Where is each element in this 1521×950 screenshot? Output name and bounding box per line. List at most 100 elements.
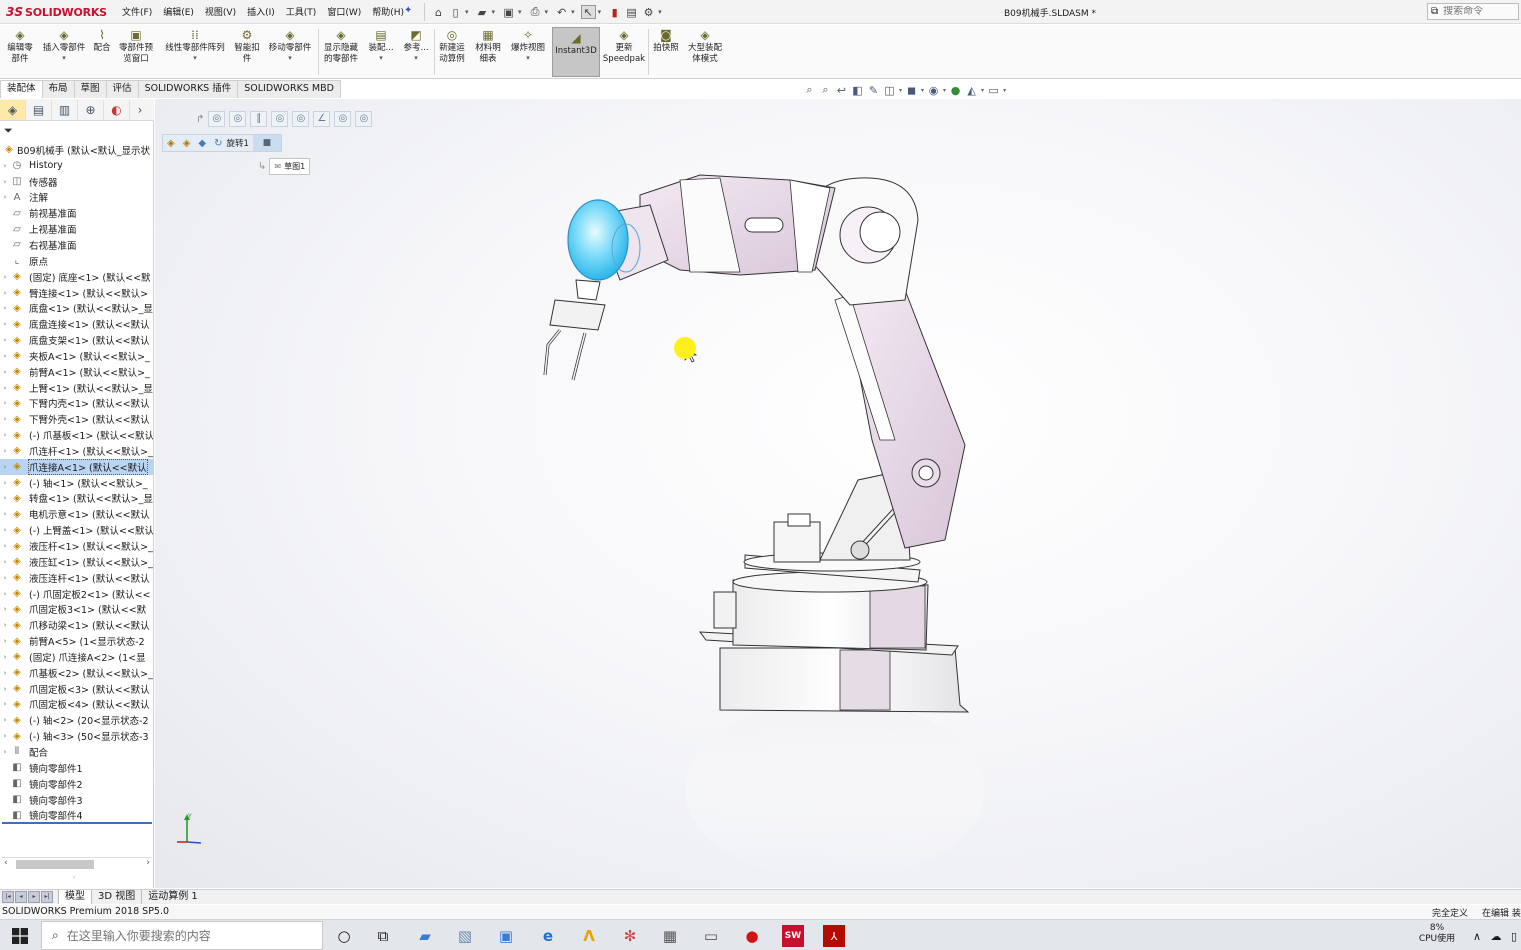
tab-layout[interactable]: 布局 xyxy=(41,80,75,98)
chevron-down-icon[interactable]: ▾ xyxy=(899,87,902,94)
chevron-down-icon[interactable]: ▾ xyxy=(492,8,496,16)
tab-model[interactable]: 模型 xyxy=(58,890,91,904)
rollback-bar[interactable] xyxy=(2,822,152,824)
record-icon[interactable]: ● xyxy=(741,925,763,947)
insert-component-button[interactable]: ◈ 插入零部件 ▾ xyxy=(39,27,89,62)
tree-item[interactable]: › ◈ 液压缸<1> (默认<<默认>_ xyxy=(0,554,153,570)
menu-view[interactable]: 视图(V) xyxy=(201,5,240,18)
edit-component-button[interactable]: ◈ 编辑零 部件 xyxy=(4,27,36,65)
edit-appearance-icon[interactable]: ● xyxy=(949,84,962,97)
tree-item[interactable]: › ◈ 液压连杆<1> (默认<<默认 xyxy=(0,570,153,586)
expand-arrow-icon[interactable]: › xyxy=(0,605,10,613)
property-manager-tab-icon[interactable]: ▤ xyxy=(26,99,52,120)
expand-arrow-icon[interactable]: › xyxy=(0,558,10,566)
solidworks-logo[interactable]: 3S SOLIDWORKS xyxy=(6,3,107,21)
expand-arrow-icon[interactable]: › xyxy=(0,431,10,439)
tree-item[interactable]: › A 注解 xyxy=(0,190,153,206)
chevron-down-icon[interactable]: ▾ xyxy=(571,8,575,16)
tree-item[interactable]: › ◈ (-) 上臂盖<1> (默认<<默认 xyxy=(0,522,153,538)
expand-arrow-icon[interactable]: › xyxy=(0,479,10,487)
chevron-down-icon[interactable]: ▾ xyxy=(379,54,383,62)
expand-arrow-icon[interactable]: › xyxy=(0,399,10,407)
hide-show-items-icon[interactable]: ◉ xyxy=(927,84,940,97)
reference-geometry-button[interactable]: ◩ 参考... ▾ xyxy=(401,27,431,62)
assembly-features-button[interactable]: ▤ 装配... ▾ xyxy=(366,27,396,62)
tree-item[interactable]: ▱ 右视基准面 xyxy=(0,237,153,253)
fan-app-icon[interactable]: ✻ xyxy=(619,925,641,947)
expand-arrow-icon[interactable]: › xyxy=(0,352,10,360)
smart-fasteners-button[interactable]: ⚙ 智能扣 件 xyxy=(231,27,263,65)
graphics-viewport[interactable]: ↱ ◎ ◎ ∥ ◎ ◎ ∠ ◎ ◎ ◈ ◈ ◆ ↻ 旋转1 ■ ↳ ✉ 草图1 xyxy=(155,99,1521,888)
scroll-right-icon[interactable]: › xyxy=(146,858,150,868)
photos-icon[interactable]: ▧ xyxy=(454,925,476,947)
expand-arrow-icon[interactable]: › xyxy=(0,653,10,661)
home-icon[interactable]: ⌂ xyxy=(431,5,446,19)
pin-icon[interactable]: ✦ xyxy=(404,5,412,16)
tree-item[interactable]: › ◈ 爪移动梁<1> (默认<<默认 xyxy=(0,617,153,633)
expand-arrow-icon[interactable]: › xyxy=(0,669,10,677)
tree-item[interactable]: › ◈ 爪固定板3<1> (默认<<默 xyxy=(0,601,153,617)
tree-item[interactable]: › ◷ History xyxy=(0,158,153,174)
tree-item[interactable]: › ◈ 臂连接<1> (默认<<默认> xyxy=(0,285,153,301)
expand-arrow-icon[interactable]: › xyxy=(0,415,10,423)
previous-view-icon[interactable]: ↩ xyxy=(835,84,848,97)
menu-insert[interactable]: 插入(I) xyxy=(243,5,279,18)
expand-arrow-icon[interactable]: › xyxy=(0,463,10,471)
tree-item[interactable]: › ◫ 传感器 xyxy=(0,174,153,190)
tree-item[interactable]: ◧ 镜向零部件3 xyxy=(0,792,153,808)
chevron-down-icon[interactable]: ▾ xyxy=(465,8,469,16)
tree-item[interactable]: › ◈ 底盘连接<1> (默认<<默认 xyxy=(0,316,153,332)
tree-item[interactable]: › ◈ (-) 爪固定板2<1> (默认<< xyxy=(0,586,153,602)
pdf-reader-icon[interactable]: ⅄ xyxy=(823,925,845,947)
tree-item[interactable]: › ◈ 前臂A<5> (1<显示状态-2 xyxy=(0,633,153,649)
component-preview-button[interactable]: ▣ 零部件预 览窗口 xyxy=(116,27,156,65)
chevron-down-icon[interactable]: ▾ xyxy=(288,54,292,62)
large-assembly-mode-button[interactable]: ◈ 大型装配 体模式 xyxy=(684,27,726,65)
menu-edit[interactable]: 编辑(E) xyxy=(159,5,198,18)
instant3d-button[interactable]: ◢ Instant3D xyxy=(552,27,600,77)
expand-arrow-icon[interactable]: › xyxy=(0,304,10,312)
tree-item[interactable]: ◧ 镜向零部件1 xyxy=(0,760,153,776)
expand-arrow-icon[interactable]: › xyxy=(0,574,10,582)
expand-arrow-icon[interactable]: › xyxy=(0,494,10,502)
tree-item[interactable]: › ◈ 爪固定板<3> (默认<<默认 xyxy=(0,681,153,697)
tree-item[interactable]: ⌞ 原点 xyxy=(0,253,153,269)
expand-arrow-icon[interactable]: › xyxy=(0,526,10,534)
tab-sketch[interactable]: 草图 xyxy=(73,80,107,98)
tree-item[interactable]: › ◈ (-) 轴<3> (50<显示状态-3 xyxy=(0,728,153,744)
tab-solidworks-mbd[interactable]: SOLIDWORKS MBD xyxy=(237,80,341,98)
tree-item[interactable]: › ◈ (-) 爪基板<1> (默认<<默认 xyxy=(0,427,153,443)
tab-evaluate[interactable]: 评估 xyxy=(105,80,139,98)
chevron-down-icon[interactable]: ▾ xyxy=(943,87,946,94)
tree-item[interactable]: › ◈ (固定) 底座<1> (默认<<默 xyxy=(0,269,153,285)
open-folder-icon[interactable]: ▰ xyxy=(475,5,490,19)
remote-desktop-icon[interactable]: ▭ xyxy=(700,925,722,947)
expand-arrow-icon[interactable]: › xyxy=(0,590,10,598)
chevron-down-icon[interactable]: ▾ xyxy=(62,54,66,62)
dimxpert-tab-icon[interactable]: ⊕ xyxy=(78,99,104,120)
expand-arrow-icon[interactable]: › xyxy=(0,685,10,693)
menu-help[interactable]: 帮助(H) xyxy=(368,5,408,18)
tree-item[interactable]: › ◈ 转盘<1> (默认<<默认>_显 xyxy=(0,491,153,507)
tree-item[interactable]: ◧ 镜向零部件2 xyxy=(0,776,153,792)
expand-arrow-icon[interactable]: › xyxy=(0,748,10,756)
search-commands-input[interactable] xyxy=(1443,6,1508,17)
cortana-icon[interactable]: ○ xyxy=(333,925,355,947)
bill-of-materials-button[interactable]: ▦ 材料明 细表 xyxy=(472,27,504,65)
tree-item[interactable]: › ◈ (-) 轴<2> (20<显示状态-2 xyxy=(0,712,153,728)
expand-arrow-icon[interactable]: › xyxy=(0,320,10,328)
tree-item[interactable]: › ◈ 底盘支架<1> (默认<<默认 xyxy=(0,332,153,348)
menu-window[interactable]: 窗口(W) xyxy=(323,5,365,18)
chevron-down-icon[interactable]: ▾ xyxy=(545,8,549,16)
app-icon[interactable]: ▣ xyxy=(495,925,517,947)
chevron-down-icon[interactable]: ▾ xyxy=(414,54,418,62)
expand-arrow-icon[interactable]: › xyxy=(0,447,10,455)
expand-arrow-icon[interactable]: › xyxy=(0,716,10,724)
expand-arrow-icon[interactable]: › xyxy=(0,621,10,629)
expand-arrow-icon[interactable]: › xyxy=(0,289,10,297)
tab-solidworks-addins[interactable]: SOLIDWORKS 插件 xyxy=(137,80,239,98)
dynamic-annotation-icon[interactable]: ✎ xyxy=(867,84,880,97)
expand-arrow-icon[interactable]: › xyxy=(0,542,10,550)
tree-item[interactable]: ▱ 上视基准面 xyxy=(0,221,153,237)
expand-arrow-icon[interactable]: › xyxy=(0,336,10,344)
